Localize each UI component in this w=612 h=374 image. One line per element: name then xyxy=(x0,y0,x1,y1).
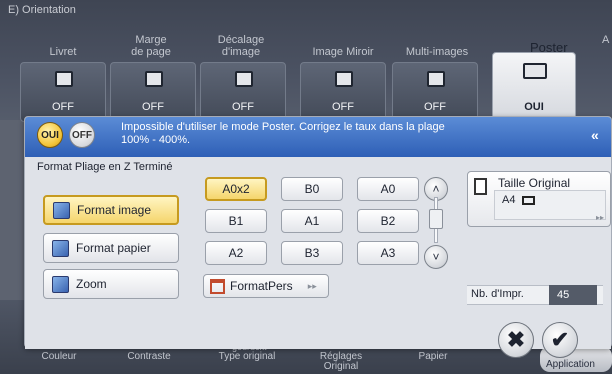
tab-decalage[interactable]: OFF xyxy=(200,62,286,122)
tab-marge[interactable]: OFF xyxy=(110,62,196,122)
format-image-icon xyxy=(53,201,70,219)
size-a0x2-button[interactable]: A0x2 xyxy=(205,177,267,201)
warning-message-bar: OUI OFF Impossible d'utiliser le mode Po… xyxy=(25,117,611,157)
fold-label: Format Pliage en Z Terminé xyxy=(37,161,173,173)
original-size-button[interactable]: Taille Original A4 ▸▸ xyxy=(467,171,611,227)
tab-marge-value: OFF xyxy=(142,101,164,113)
mirror-image-icon xyxy=(335,71,353,87)
size-a1-button[interactable]: A1 xyxy=(281,209,343,233)
tab-miroir[interactable]: OFF xyxy=(300,62,386,122)
tab-decalage-label: Décalage d'image xyxy=(217,34,265,58)
format-pers-button[interactable]: FormatPers ▸▸ xyxy=(203,274,329,298)
format-paper-icon xyxy=(52,239,69,257)
bottom-tab-couleur[interactable]: Couleur xyxy=(16,352,102,362)
tab-livret-label: Livret xyxy=(49,46,77,58)
tab-miroir-value: OFF xyxy=(332,101,354,113)
bottom-tab-contraste[interactable]: Contraste xyxy=(106,352,192,362)
page-margin-icon xyxy=(145,71,163,87)
warning-message: Impossible d'utiliser le mode Poster. Co… xyxy=(121,121,445,146)
tab-multi-value: OFF xyxy=(424,101,446,113)
custom-format-icon xyxy=(210,278,225,294)
scroll-down-button[interactable]: ˅ xyxy=(424,245,448,269)
original-size-arrow-icon: ▸▸ xyxy=(595,213,604,222)
document-icon xyxy=(474,178,487,195)
toggle-oui-button[interactable]: OUI xyxy=(37,122,63,148)
size-b0-button[interactable]: B0 xyxy=(281,177,343,201)
size-b2-button[interactable]: B2 xyxy=(357,209,419,233)
tab-livret[interactable]: OFF xyxy=(20,62,106,122)
bottom-tab-type-original[interactable]: Type original xyxy=(204,352,290,362)
bottom-tab-reglages-original[interactable]: Réglages Original xyxy=(298,352,384,372)
original-size-title: Taille Original xyxy=(498,176,571,190)
size-b3-button[interactable]: B3 xyxy=(281,241,343,265)
collapse-panel-icon[interactable]: « xyxy=(591,127,599,143)
copies-label: Nb. d'Impr. xyxy=(471,288,524,300)
scroll-thumb[interactable] xyxy=(429,209,443,229)
zoom-button[interactable]: Zoom xyxy=(43,269,179,299)
cancel-button[interactable]: ✖ xyxy=(498,322,534,358)
image-shift-icon xyxy=(235,71,253,87)
copies-value: 45 xyxy=(549,285,597,305)
tab-cut-label: A xyxy=(602,34,610,46)
tab-marge-label: Marge de page xyxy=(131,34,171,58)
tab-decalage-value: OFF xyxy=(232,101,254,113)
format-image-button[interactable]: Format image xyxy=(43,195,179,225)
poster-icon xyxy=(523,63,547,79)
zoom-icon xyxy=(52,275,69,293)
breadcrumb: E) Orientation xyxy=(8,4,76,16)
size-a0-button[interactable]: A0 xyxy=(357,177,419,201)
zoom-label: Zoom xyxy=(76,277,107,291)
tab-miroir-label: Image Miroir xyxy=(312,46,374,58)
poster-dialog: OUI OFF Impossible d'utiliser le mode Po… xyxy=(24,116,612,349)
size-a3-button[interactable]: A3 xyxy=(357,241,419,265)
toggle-off-button[interactable]: OFF xyxy=(69,122,95,148)
tab-livret-value: OFF xyxy=(52,101,74,113)
tab-poster[interactable]: OUI xyxy=(492,52,576,122)
format-pers-arrow-icon: ▸▸ xyxy=(307,280,317,291)
size-a2-button[interactable]: A2 xyxy=(205,241,267,265)
landscape-paper-icon xyxy=(522,196,535,205)
format-papier-button[interactable]: Format papier xyxy=(43,233,179,263)
tab-multi-label: Multi-images xyxy=(405,46,469,58)
multi-image-icon xyxy=(427,71,445,87)
booklet-icon xyxy=(55,71,73,87)
tab-poster-value: OUI xyxy=(524,101,544,113)
format-image-label: Format image xyxy=(77,203,152,217)
size-b1-button[interactable]: B1 xyxy=(205,209,267,233)
bottom-tab-papier[interactable]: Papier xyxy=(390,352,476,362)
format-pers-label: FormatPers xyxy=(230,279,293,293)
tab-multi[interactable]: OFF xyxy=(392,62,478,122)
ok-button[interactable]: ✔ xyxy=(542,322,578,358)
original-size-value: A4 xyxy=(502,194,516,206)
format-papier-label: Format papier xyxy=(76,241,151,255)
